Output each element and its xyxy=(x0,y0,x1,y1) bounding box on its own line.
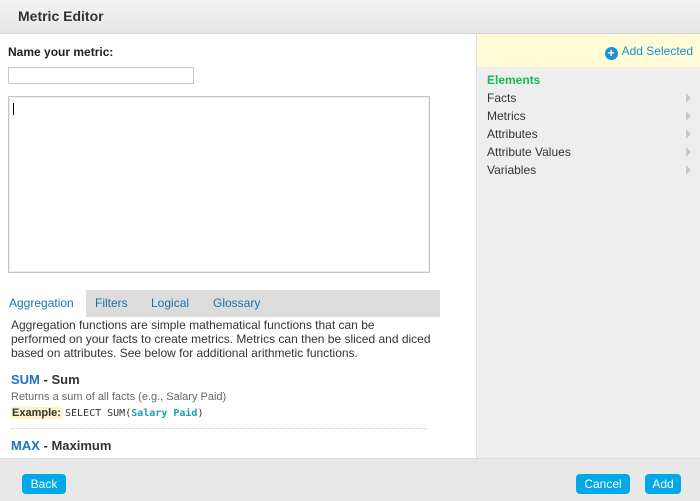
chevron-right-icon xyxy=(686,147,691,157)
example-code-arg: Salary Paid xyxy=(131,408,198,419)
function-code: MAX xyxy=(11,438,40,453)
chevron-right-icon xyxy=(686,111,691,121)
chevron-right-icon xyxy=(686,129,691,139)
example-code-prefix: SELECT SUM( xyxy=(64,408,132,419)
add-selected-label: Add Selected xyxy=(621,44,693,58)
sidebar-item-metrics[interactable]: Metrics xyxy=(487,108,695,126)
back-button[interactable]: Back xyxy=(22,474,66,494)
function-description: Returns a sum of all facts (e.g., Salary… xyxy=(11,391,227,403)
tab-logical[interactable]: Logical xyxy=(142,290,204,317)
function-separator: - xyxy=(39,372,52,387)
text-caret xyxy=(13,103,14,115)
sidebar-item-attribute-values[interactable]: Attribute Values xyxy=(487,144,695,162)
metric-name-input[interactable] xyxy=(8,67,194,84)
sidebar-item-label: Attribute Values xyxy=(487,145,571,159)
divider xyxy=(11,428,427,429)
sidebar-item-variables[interactable]: Variables xyxy=(487,162,695,180)
metric-editor-dialog: Metric Editor Name your metric: Aggregat… xyxy=(0,0,700,501)
tab-aggregation[interactable]: Aggregation xyxy=(0,290,86,317)
sidebar-item-facts[interactable]: Facts xyxy=(487,90,695,108)
sidebar-item-label: Variables xyxy=(487,163,537,177)
tab-filters[interactable]: Filters xyxy=(86,290,142,317)
function-title-sum: SUM - Sum xyxy=(11,372,80,387)
function-example: Example: SELECT SUM(Salary Paid) xyxy=(11,407,203,419)
function-name: Maximum xyxy=(51,438,112,453)
chevron-right-icon xyxy=(686,165,691,175)
plus-circle-icon: + xyxy=(604,47,618,60)
dialog-footer: Back Cancel Add xyxy=(0,458,700,501)
elements-sidebar: + Add Selected Elements Facts Metrics Att… xyxy=(476,34,700,458)
sidebar-item-label: Attributes xyxy=(487,127,538,141)
sidebar-item-label: Facts xyxy=(487,91,517,105)
editor-panel: Name your metric: Aggregation Filters Lo… xyxy=(0,34,476,458)
metric-name-label: Name your metric: xyxy=(8,45,114,59)
elements-heading: Elements xyxy=(487,73,541,87)
chevron-right-icon xyxy=(686,93,691,103)
function-code: SUM xyxy=(11,372,40,387)
tab-glossary[interactable]: Glossary xyxy=(204,290,271,317)
function-separator: - xyxy=(39,438,52,453)
add-selected-button[interactable]: + Add Selected xyxy=(604,44,693,60)
add-selected-bar: + Add Selected xyxy=(477,34,700,67)
metric-expression-editor[interactable] xyxy=(8,96,430,273)
function-title-max: MAX - Maximum xyxy=(11,438,111,453)
sidebar-item-attributes[interactable]: Attributes xyxy=(487,126,695,144)
dialog-title: Metric Editor xyxy=(18,8,104,24)
add-button[interactable]: Add xyxy=(645,474,681,494)
aggregation-tab-content: Aggregation functions are simple mathema… xyxy=(0,317,440,458)
cancel-button[interactable]: Cancel xyxy=(576,474,630,494)
example-code-suffix: ) xyxy=(197,408,204,419)
aggregation-description: Aggregation functions are simple mathema… xyxy=(11,318,431,360)
title-bar: Metric Editor xyxy=(0,0,700,34)
function-name: Sum xyxy=(51,372,80,387)
sidebar-item-label: Metrics xyxy=(487,109,526,123)
example-label: Example: xyxy=(11,407,62,419)
function-tabs: Aggregation Filters Logical Glossary xyxy=(0,290,440,317)
